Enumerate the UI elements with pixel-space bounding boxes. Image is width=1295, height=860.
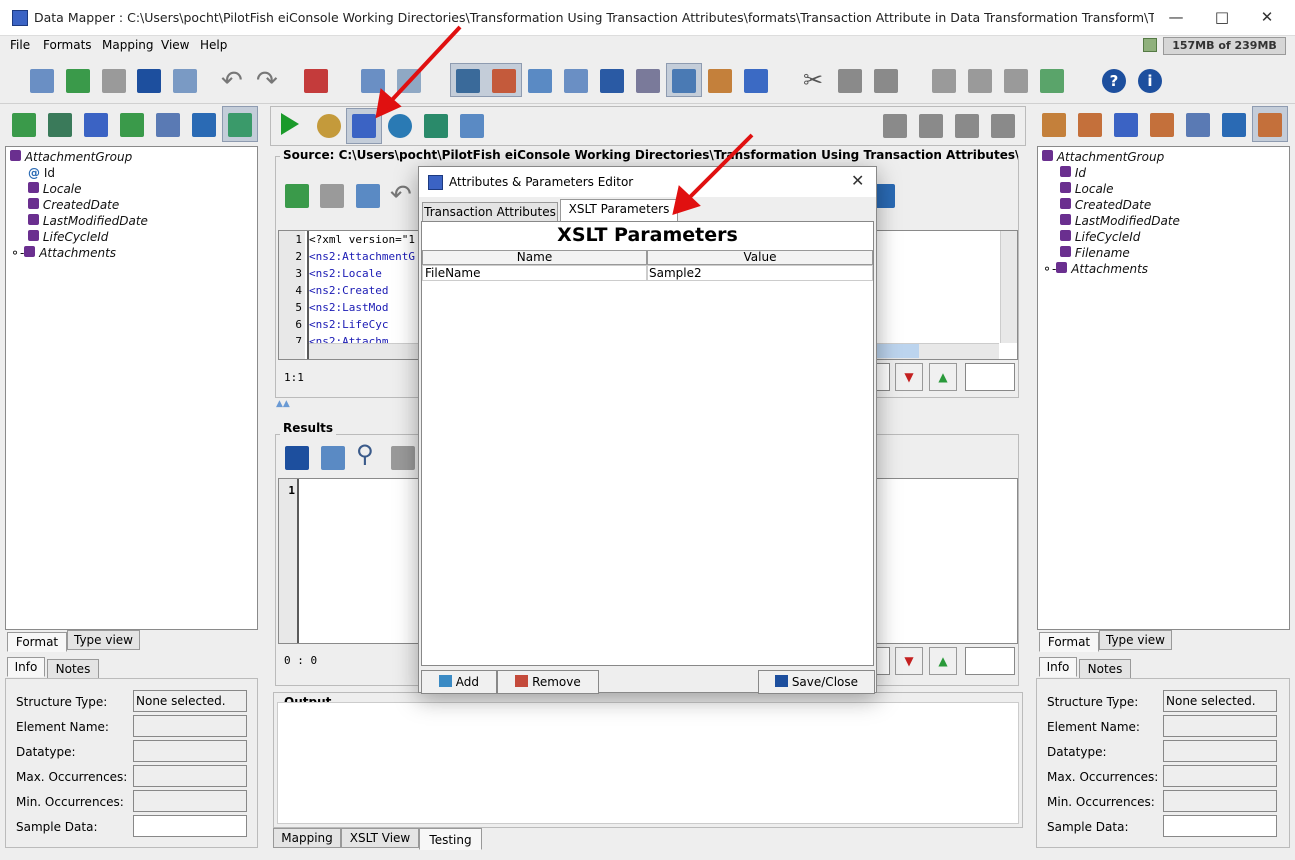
- arrow-to-xslt-tab: [688, 133, 754, 199]
- arrow-to-editor-button: [389, 25, 462, 103]
- annotation-arrows: [375, 25, 754, 215]
